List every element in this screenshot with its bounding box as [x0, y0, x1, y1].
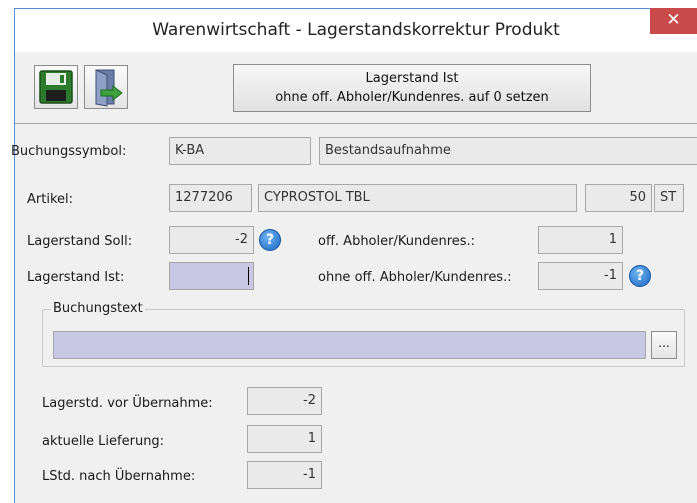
booking-symbol-label: Buchungssymbol:: [11, 144, 127, 159]
reservations-label: off. Abholer/Kundenres.:: [318, 234, 476, 249]
article-name-field: CYPROSTOL TBL: [258, 184, 577, 212]
reset-stock-button[interactable]: Lagerstand Ist ohne off. Abholer/Kundenr…: [233, 64, 591, 112]
exit-button[interactable]: [84, 65, 128, 109]
stock-before-label: Lagerstd. vor Übernahme:: [42, 396, 213, 411]
booking-text-input[interactable]: [53, 331, 646, 359]
booking-text-legend: Buchungstext: [51, 301, 145, 316]
article-quantity-field: 50: [585, 184, 652, 212]
article-number-field: 1277206: [169, 184, 252, 212]
stock-after-label: LStd. nach Übernahme:: [42, 469, 196, 484]
close-button[interactable]: ✕: [650, 8, 697, 34]
without-reservations-help-icon[interactable]: ?: [629, 265, 651, 287]
without-reservations-field: -1: [538, 262, 623, 290]
without-reservations-label: ohne off. Abholer/Kundenres.:: [318, 270, 512, 285]
stock-target-field: -2: [169, 226, 254, 254]
stock-actual-label: Lagerstand Ist:: [27, 270, 125, 285]
title-bar: Warenwirtschaft - Lagerstandskorrektur P…: [15, 8, 697, 52]
window-title: Warenwirtschaft - Lagerstandskorrektur P…: [152, 20, 560, 40]
reservations-field: 1: [538, 226, 623, 254]
save-button[interactable]: [34, 65, 78, 109]
stock-actual-input[interactable]: [169, 262, 254, 290]
stock-target-label: Lagerstand Soll:: [27, 234, 133, 249]
stock-target-help-icon[interactable]: ?: [259, 229, 281, 251]
booking-code-field: K-BA: [169, 137, 311, 165]
stock-after-field: -1: [247, 461, 322, 489]
reset-stock-button-line2: ohne off. Abholer/Kundenres. auf 0 setze…: [275, 90, 549, 105]
booking-description-field: Bestandsaufnahme: [319, 137, 697, 165]
article-unit-field: ST: [654, 184, 684, 212]
booking-text-browse-button[interactable]: ...: [651, 331, 677, 359]
current-delivery-field: 1: [247, 425, 322, 453]
article-label: Artikel:: [27, 192, 74, 207]
current-delivery-label: aktuelle Lieferung:: [42, 434, 165, 449]
stock-before-field: -2: [247, 387, 322, 415]
toolbar: Lagerstand Ist ohne off. Abholer/Kundenr…: [15, 52, 697, 124]
text-cursor: [248, 267, 249, 285]
floppy-disk-icon: [39, 70, 73, 104]
exit-door-icon: [95, 69, 123, 107]
dialog-window: Warenwirtschaft - Lagerstandskorrektur P…: [11, 8, 697, 503]
reset-stock-button-line1: Lagerstand Ist: [365, 71, 459, 86]
